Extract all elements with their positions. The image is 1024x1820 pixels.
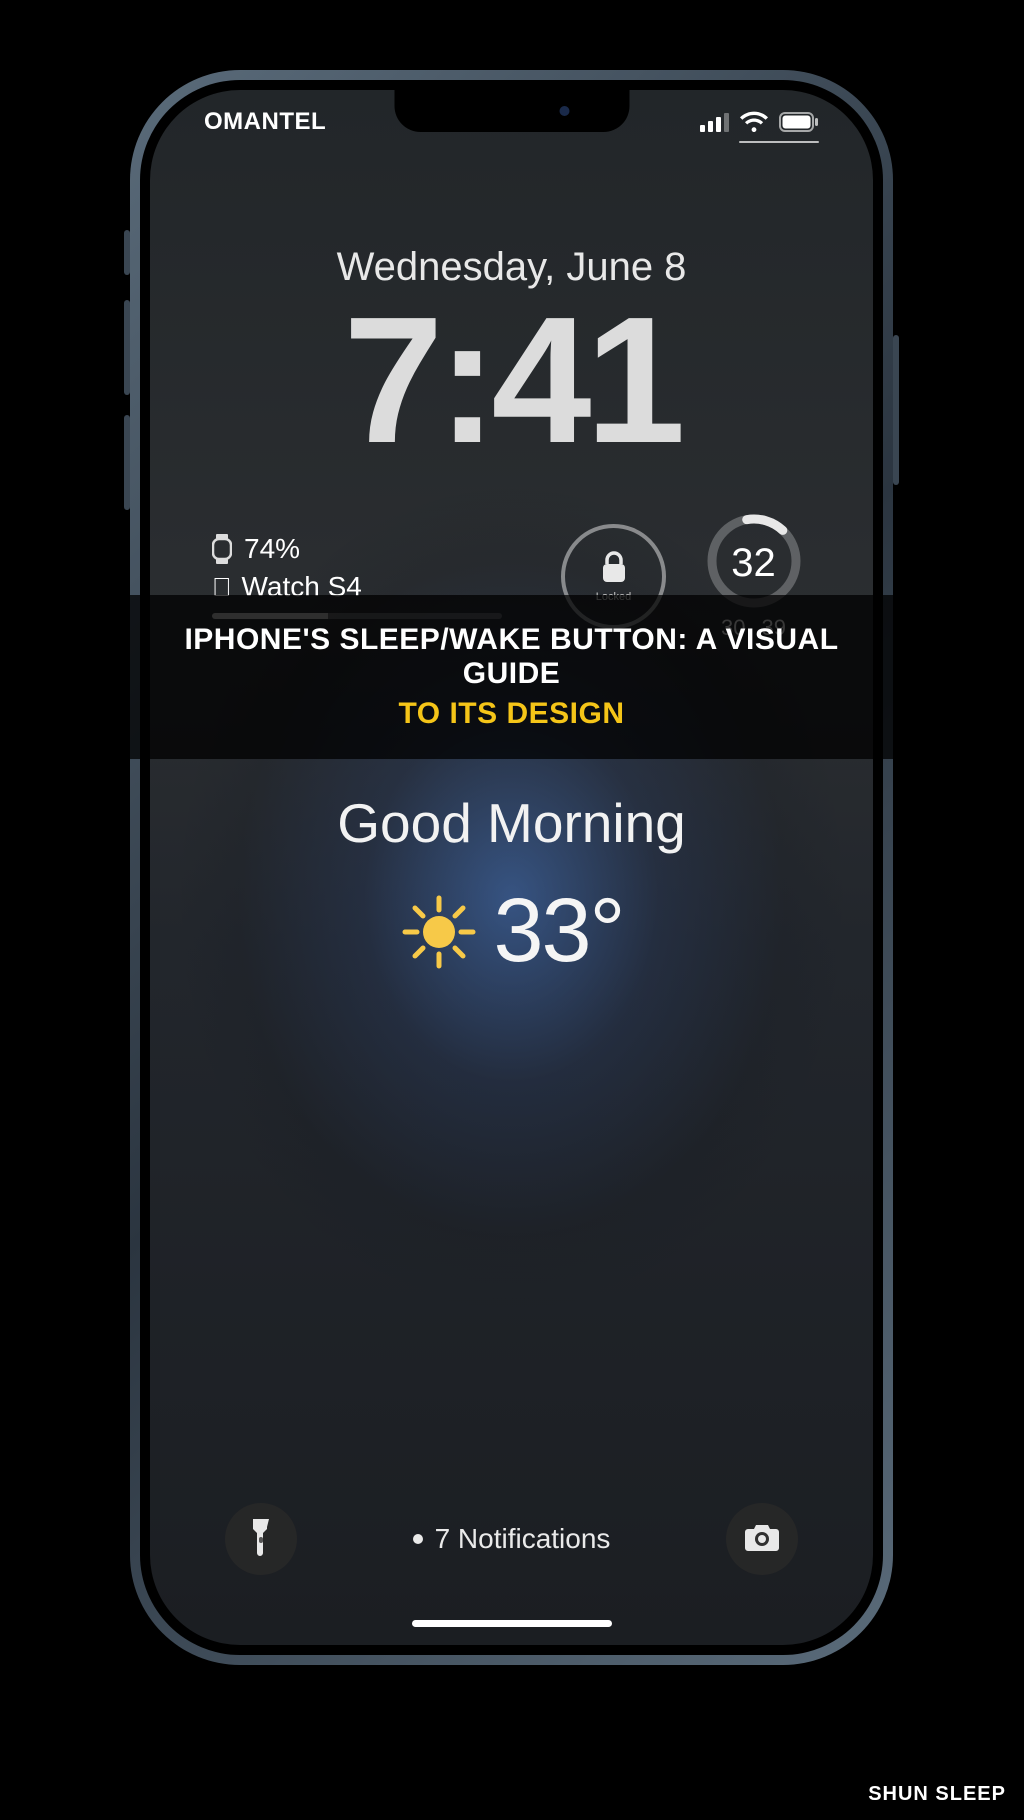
carrier-label: OMANTEL	[204, 108, 326, 136]
lock-time: 7:41	[200, 295, 823, 466]
greeting-text: Good Morning	[200, 791, 823, 855]
temperature-value: 33°	[493, 880, 623, 983]
ring-center-value: 32	[696, 541, 811, 586]
phone-bezel: OMANTEL Wednesday, June 8 7:41	[140, 80, 883, 1655]
flashlight-button[interactable]	[225, 1503, 297, 1575]
lock-icon	[600, 550, 628, 589]
volume-up-button[interactable]	[124, 300, 130, 395]
sun-icon	[399, 892, 479, 972]
volume-down-button[interactable]	[124, 415, 130, 510]
wifi-icon	[739, 111, 769, 133]
notifications-indicator[interactable]: 7 Notifications	[413, 1523, 611, 1555]
camera-button[interactable]	[726, 1503, 798, 1575]
camera-icon	[743, 1522, 781, 1557]
battery-icon	[779, 112, 819, 132]
phone-frame: OMANTEL Wednesday, June 8 7:41	[130, 70, 893, 1665]
cellular-signal-icon	[700, 112, 729, 132]
silence-switch[interactable]	[124, 230, 130, 275]
notch	[394, 90, 629, 132]
lock-screen[interactable]: OMANTEL Wednesday, June 8 7:41	[150, 90, 873, 1645]
flashlight-icon	[248, 1517, 274, 1562]
overlay-title-line1: IPHONE'S SLEEP/WAKE BUTTON: A VISUAL GUI…	[170, 623, 853, 691]
watch-icon	[212, 534, 232, 564]
overlay-title-line2: TO ITS DESIGN	[170, 697, 853, 731]
weather-widget[interactable]: 33°	[200, 880, 823, 983]
notifications-label: 7 Notifications	[435, 1523, 611, 1555]
home-indicator[interactable]	[412, 1620, 612, 1627]
dot-icon	[413, 1534, 423, 1544]
watch-battery-value: 74%	[244, 533, 300, 565]
sleep-wake-button[interactable]	[893, 335, 899, 485]
watermark: SHUN SLEEP	[868, 1783, 1006, 1806]
article-title-overlay: IPHONE'S SLEEP/WAKE BUTTON: A VISUAL GUI…	[130, 595, 893, 759]
